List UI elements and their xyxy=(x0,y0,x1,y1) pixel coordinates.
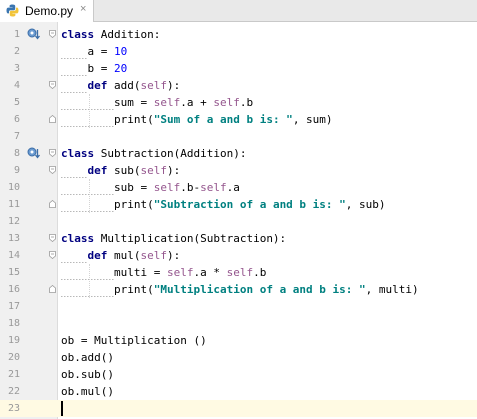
line-number: 4 xyxy=(13,80,20,91)
code-text: def add(self): xyxy=(61,79,180,93)
indent-guide xyxy=(89,264,90,298)
line-number: 17 xyxy=(7,301,20,312)
code-line[interactable]: 2 a = 10 xyxy=(0,43,477,60)
line-number: 21 xyxy=(7,369,20,380)
line-number: 1 xyxy=(13,29,20,40)
code-line[interactable]: 8 class Subtraction(Addition): xyxy=(0,145,477,162)
code-line[interactable]: 14 def mul(self): xyxy=(0,247,477,264)
fold-marker-icon[interactable] xyxy=(49,115,56,123)
fold-marker-icon[interactable] xyxy=(49,166,56,174)
code-line[interactable]: 23 xyxy=(0,400,477,417)
line-number: 20 xyxy=(7,352,20,363)
code-line[interactable]: 12 xyxy=(0,213,477,230)
line-number: 9 xyxy=(13,165,20,176)
overridden-method-icon[interactable] xyxy=(27,146,41,160)
code-text: ob.sub() xyxy=(61,368,114,381)
line-number: 3 xyxy=(13,63,20,74)
code-text: print("Multiplication of a and b is: ", … xyxy=(61,283,419,297)
code-text: class Multiplication(Subtraction): xyxy=(61,232,287,245)
code-line[interactable]: 20 ob.add() xyxy=(0,349,477,366)
code-text: a = 10 xyxy=(61,45,127,59)
line-number: 13 xyxy=(7,233,20,244)
code-line[interactable]: 4 def add(self): xyxy=(0,77,477,94)
fold-marker-icon[interactable] xyxy=(49,234,56,242)
code-text: print("Subtraction of a and b is: ", sub… xyxy=(61,198,386,212)
python-file-icon xyxy=(6,4,19,17)
code-line[interactable]: 15 multi = self.a * self.b xyxy=(0,264,477,281)
line-number: 11 xyxy=(7,199,20,210)
line-number: 7 xyxy=(13,131,20,142)
line-number: 18 xyxy=(7,318,20,329)
line-number: 12 xyxy=(7,216,20,227)
code-line[interactable]: 9 def sub(self): xyxy=(0,162,477,179)
code-text: ob = Multiplication () xyxy=(61,334,207,347)
code-text: def sub(self): xyxy=(61,164,180,178)
code-line[interactable]: 6 print("Sum of a and b is: ", sum) xyxy=(0,111,477,128)
line-number: 19 xyxy=(7,335,20,346)
code-text: multi = self.a * self.b xyxy=(61,266,266,280)
close-tab-icon[interactable]: × xyxy=(80,3,86,15)
code-line[interactable]: 7 xyxy=(0,128,477,145)
code-line[interactable]: 19 ob = Multiplication () xyxy=(0,332,477,349)
line-number: 23 xyxy=(7,403,20,414)
fold-marker-icon[interactable] xyxy=(49,81,56,89)
code-text: ob.add() xyxy=(61,351,114,364)
tab-filename: Demo.py xyxy=(25,4,74,18)
code-text: ob.mul() xyxy=(61,385,114,398)
code-line[interactable]: 3 b = 20 xyxy=(0,60,477,77)
code-line[interactable]: 11 print("Subtraction of a and b is: ", … xyxy=(0,196,477,213)
code-line[interactable]: 5 sum = self.a + self.b xyxy=(0,94,477,111)
text-caret xyxy=(61,401,63,416)
line-number: 15 xyxy=(7,267,20,278)
fold-marker-icon[interactable] xyxy=(49,251,56,259)
code-line[interactable]: 21 ob.sub() xyxy=(0,366,477,383)
editor-tab-bar: Demo.py × xyxy=(0,0,477,22)
code-line[interactable]: 1 class Addition: xyxy=(0,26,477,43)
fold-marker-icon[interactable] xyxy=(49,149,56,157)
code-text: def mul(self): xyxy=(61,249,180,263)
indent-guide xyxy=(89,94,90,128)
code-editor[interactable]: 1 class Addition: 2 a = 10 3 b = 20 4 def ad… xyxy=(0,22,477,419)
line-number: 6 xyxy=(13,114,20,125)
line-number: 16 xyxy=(7,284,20,295)
code-line[interactable]: 17 xyxy=(0,298,477,315)
code-line[interactable]: 22 ob.mul() xyxy=(0,383,477,400)
code-text: sub = self.b-self.a xyxy=(61,181,240,195)
line-number: 2 xyxy=(13,46,20,57)
fold-marker-icon[interactable] xyxy=(49,285,56,293)
code-line[interactable]: 13 class Multiplication(Subtraction): xyxy=(0,230,477,247)
code-text: class Addition: xyxy=(61,28,161,41)
code-text: print("Sum of a and b is: ", sum) xyxy=(61,113,333,127)
fold-marker-icon[interactable] xyxy=(49,200,56,208)
line-number: 5 xyxy=(13,97,20,108)
code-line[interactable]: 16 print("Multiplication of a and b is: … xyxy=(0,281,477,298)
code-line[interactable]: 10 sub = self.b-self.a xyxy=(0,179,477,196)
fold-marker-icon[interactable] xyxy=(49,30,56,38)
line-number: 14 xyxy=(7,250,20,261)
line-number: 10 xyxy=(7,182,20,193)
overridden-method-icon[interactable] xyxy=(27,27,41,41)
line-number: 8 xyxy=(13,148,20,159)
code-text: class Subtraction(Addition): xyxy=(61,147,247,160)
line-number: 22 xyxy=(7,386,20,397)
indent-guide xyxy=(89,179,90,213)
tab-demo-py[interactable]: Demo.py × xyxy=(0,0,94,22)
code-text: b = 20 xyxy=(61,62,127,76)
code-line[interactable]: 18 xyxy=(0,315,477,332)
